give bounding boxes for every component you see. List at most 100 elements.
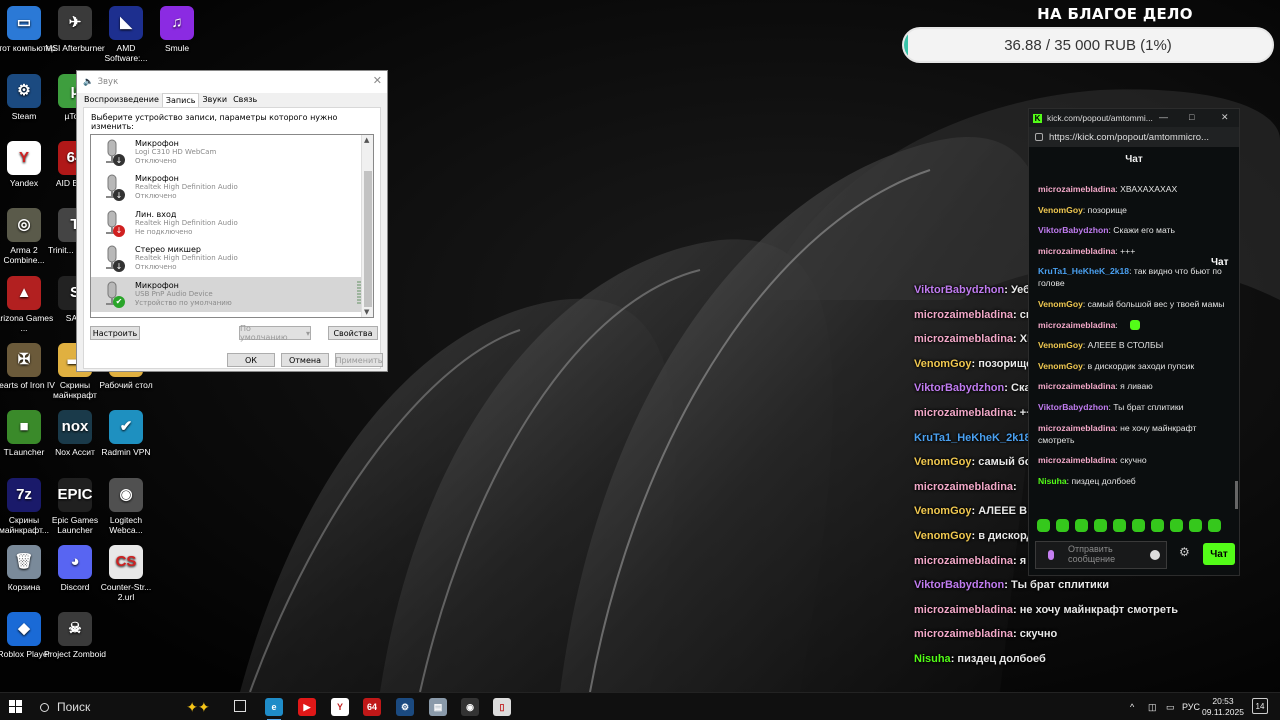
youtube-icon[interactable]: ▶ [298, 698, 316, 716]
gear-icon[interactable]: ⚙ [1179, 545, 1190, 559]
properties-button[interactable]: Свойства [328, 326, 378, 340]
notification-center-icon[interactable]: 14 [1252, 698, 1268, 714]
chat-username[interactable]: VenomGoy [1038, 340, 1083, 350]
chat-username[interactable]: VenomGoy [1038, 299, 1083, 309]
device-status: Отключено [135, 192, 177, 201]
chat-username[interactable]: microzaimebladina [1038, 320, 1115, 330]
send-chat-button[interactable]: Чат [1203, 543, 1235, 565]
emote-icon[interactable] [1132, 519, 1145, 532]
tray-overflow-icon[interactable]: ^ [1130, 693, 1134, 720]
computer-icon: ▭ [7, 6, 41, 40]
speaker-icon: 🔈 [83, 77, 94, 87]
sound-dialog-titlebar[interactable]: 🔈 Звук ✕ [77, 71, 387, 93]
taskbar-clock[interactable]: 20:53 09.11.2025 [1198, 696, 1248, 718]
kick-window-titlebar[interactable]: K kick.com/popout/amtommi... — □ ✕ [1029, 109, 1239, 127]
chat-username[interactable]: microzaimebladina [1038, 423, 1115, 433]
sound-tab[interactable]: Запись [161, 93, 200, 107]
microphone-icon[interactable] [1048, 550, 1054, 560]
chat-username[interactable]: VenomGoy [1038, 361, 1083, 371]
chat-username: microzaimebladina [914, 554, 1014, 567]
chat-message: VenomGoy: АЛЕЕЕ В СТОЛБЫ [1029, 337, 1229, 358]
mouse-app-icon[interactable]: ▯ [493, 698, 511, 716]
chat-separator: : [1115, 319, 1121, 330]
chat-separator: : [1013, 628, 1020, 641]
device-list-scrollbar[interactable]: ▲ ▼ [361, 135, 373, 317]
afterburner-icon: ✈ [58, 6, 92, 40]
chat-username[interactable]: Nisuha [1038, 476, 1067, 486]
site-info-icon[interactable] [1035, 133, 1043, 141]
chat-message-text: скучно [1120, 455, 1147, 466]
close-icon[interactable]: ✕ [373, 74, 382, 87]
chat-username: VenomGoy [914, 357, 972, 370]
chat-username[interactable]: ViktorBabydzhon [1038, 402, 1109, 412]
chat-username: microzaimebladina [914, 603, 1014, 616]
emoji-icon[interactable] [1150, 550, 1160, 560]
chat-message-input[interactable]: Отправить сообщение [1035, 541, 1167, 569]
sound-tab[interactable]: Воспроизведение [81, 93, 162, 107]
emote-icon[interactable] [1151, 519, 1164, 532]
emote-icon[interactable] [1113, 519, 1126, 532]
chat-message-text: позорище [1087, 204, 1127, 215]
set-default-button[interactable]: По умолчанию ▾ [239, 324, 311, 342]
ok-button[interactable]: ОК [227, 353, 275, 367]
overlay-chat-message: ViktorBabydzhon: Ты брат сплитики [914, 577, 1274, 602]
minimize-icon[interactable]: — [1159, 112, 1168, 122]
network-icon[interactable]: ▭ [1166, 693, 1175, 720]
chat-username[interactable]: microzaimebladina [1038, 246, 1115, 256]
apply-button[interactable]: Применить [335, 353, 383, 367]
emote-icon[interactable] [1094, 519, 1107, 532]
cancel-button[interactable]: Отмена [281, 353, 329, 367]
scroll-down-icon[interactable]: ▼ [364, 308, 369, 316]
bluetooth-icon[interactable]: ◫ [1148, 693, 1157, 720]
recording-device-item[interactable]: ↓ Лин. вход Realtek High Definition Audio Н… [91, 206, 373, 241]
chat-message: KruTa1_HeKheK_2k18: так видно что бьют п… [1029, 263, 1229, 296]
emote-icon[interactable] [1075, 519, 1088, 532]
emote-icon[interactable] [1170, 519, 1183, 532]
emote-icon[interactable] [1037, 519, 1050, 532]
recycle-bin-icon: 🗑 [7, 545, 41, 579]
recording-device-item[interactable]: ↓ Микрофон Realtek High Definition Audio От… [91, 170, 373, 205]
device-name: Микрофон [135, 280, 179, 290]
taskbar-search[interactable]: Поиск ✦✦ [32, 693, 222, 720]
scrollbar-thumb[interactable] [364, 171, 372, 307]
chat-username[interactable]: VenomGoy [1038, 205, 1083, 215]
sound-app-icon[interactable]: ▤ [429, 698, 447, 716]
task-view-icon[interactable] [234, 700, 246, 712]
maximize-icon[interactable]: □ [1189, 112, 1194, 122]
chat-username[interactable]: ViktorBabydzhon [1038, 225, 1109, 235]
desktop-shortcut[interactable]: CS Counter-Str... 2.url [94, 545, 158, 602]
chat-username[interactable]: microzaimebladina [1038, 381, 1115, 391]
chat-header: Чат [1125, 154, 1143, 165]
emote-icon[interactable] [1189, 519, 1202, 532]
chat-scrollbar[interactable] [1235, 481, 1238, 509]
default-device-check-icon: ✔ [113, 295, 125, 308]
address-bar[interactable]: https://kick.com/popout/amtommicro... [1029, 127, 1239, 147]
desktop-shortcut[interactable]: ✔ Radmin VPN [94, 410, 158, 457]
emote-icon[interactable] [1056, 519, 1069, 532]
desktop-shortcut[interactable]: ♫ Smule [145, 6, 209, 53]
chat-username[interactable]: KruTa1_HeKheK_2k18 [1038, 266, 1129, 276]
device-detail: USB PnP Audio Device [135, 289, 213, 298]
desktop-shortcut[interactable]: ◉ Logitech Webca... [94, 478, 158, 535]
chat-username[interactable]: microzaimebladina [1038, 184, 1115, 194]
aida64-icon[interactable]: 64 [363, 698, 381, 716]
recording-device-item[interactable]: ↓ Микрофон Logi C310 HD WebCam Отключено [91, 135, 373, 170]
chat-username[interactable]: microzaimebladina [1038, 455, 1115, 465]
obs-icon[interactable]: ◉ [461, 698, 479, 716]
chat-username: ViktorBabydzhon [914, 284, 1005, 296]
scroll-up-icon[interactable]: ▲ [364, 136, 369, 144]
sound-tab[interactable]: Звуки [199, 93, 230, 107]
configure-button[interactable]: Настроить [90, 326, 140, 340]
steam-icon[interactable]: ⚙ [396, 698, 414, 716]
windows-start-icon[interactable] [9, 700, 23, 714]
close-icon[interactable]: ✕ [1221, 112, 1229, 123]
disconnected-icon: ↓ [113, 224, 125, 237]
desktop-shortcut[interactable]: ☠ Project Zomboid [43, 612, 107, 659]
emote-icon[interactable] [1208, 519, 1221, 532]
chat-message-text: пиздец долбоеб [957, 652, 1046, 665]
sound-tab[interactable]: Связь [230, 93, 260, 107]
yandex-browser-icon[interactable]: Y [331, 698, 349, 716]
edge-icon[interactable]: e [265, 698, 283, 716]
recording-device-item[interactable]: ✔ Микрофон USB PnP Audio Device Устройство … [91, 276, 373, 312]
recording-device-item[interactable]: ↓ Стерео микшер Realtek High Definition Au… [91, 241, 373, 276]
